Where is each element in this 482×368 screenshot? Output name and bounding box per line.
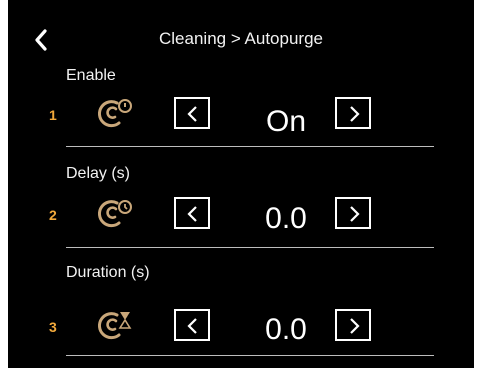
duration-value: 0.0 [265,313,307,346]
enable-label: Enable [66,67,116,84]
row-divider [66,355,434,356]
row-number-2: 2 [49,207,57,223]
chevron-right-icon [350,206,360,222]
row-number-1: 1 [49,107,57,123]
page-title: Cleaning > Autopurge [159,29,323,48]
delay-decrease-button[interactable] [174,197,210,229]
delay-value: 0.0 [265,202,307,235]
row-divider [66,146,434,147]
chevron-left-icon [187,206,197,222]
row-divider [66,247,434,248]
chevron-right-icon [350,318,360,334]
chevron-right-icon [350,106,360,122]
autopurge-screen: Cleaning > Autopurge Enable 1 On Delay (… [8,0,474,368]
enable-value: On [265,105,307,138]
delay-label: Delay (s) [66,165,131,182]
enable-decrease-button[interactable] [174,97,210,129]
autopurge-delay-icon [95,195,135,231]
autopurge-duration-icon [95,307,135,343]
chevron-left-icon [187,318,197,334]
delay-increase-button[interactable] [335,197,371,229]
chevron-left-icon [187,106,197,122]
autopurge-enable-icon [95,95,135,131]
duration-decrease-button[interactable] [174,309,210,341]
enable-increase-button[interactable] [335,97,371,129]
row-number-3: 3 [49,319,57,335]
duration-increase-button[interactable] [335,309,371,341]
duration-label: Duration (s) [66,264,150,281]
